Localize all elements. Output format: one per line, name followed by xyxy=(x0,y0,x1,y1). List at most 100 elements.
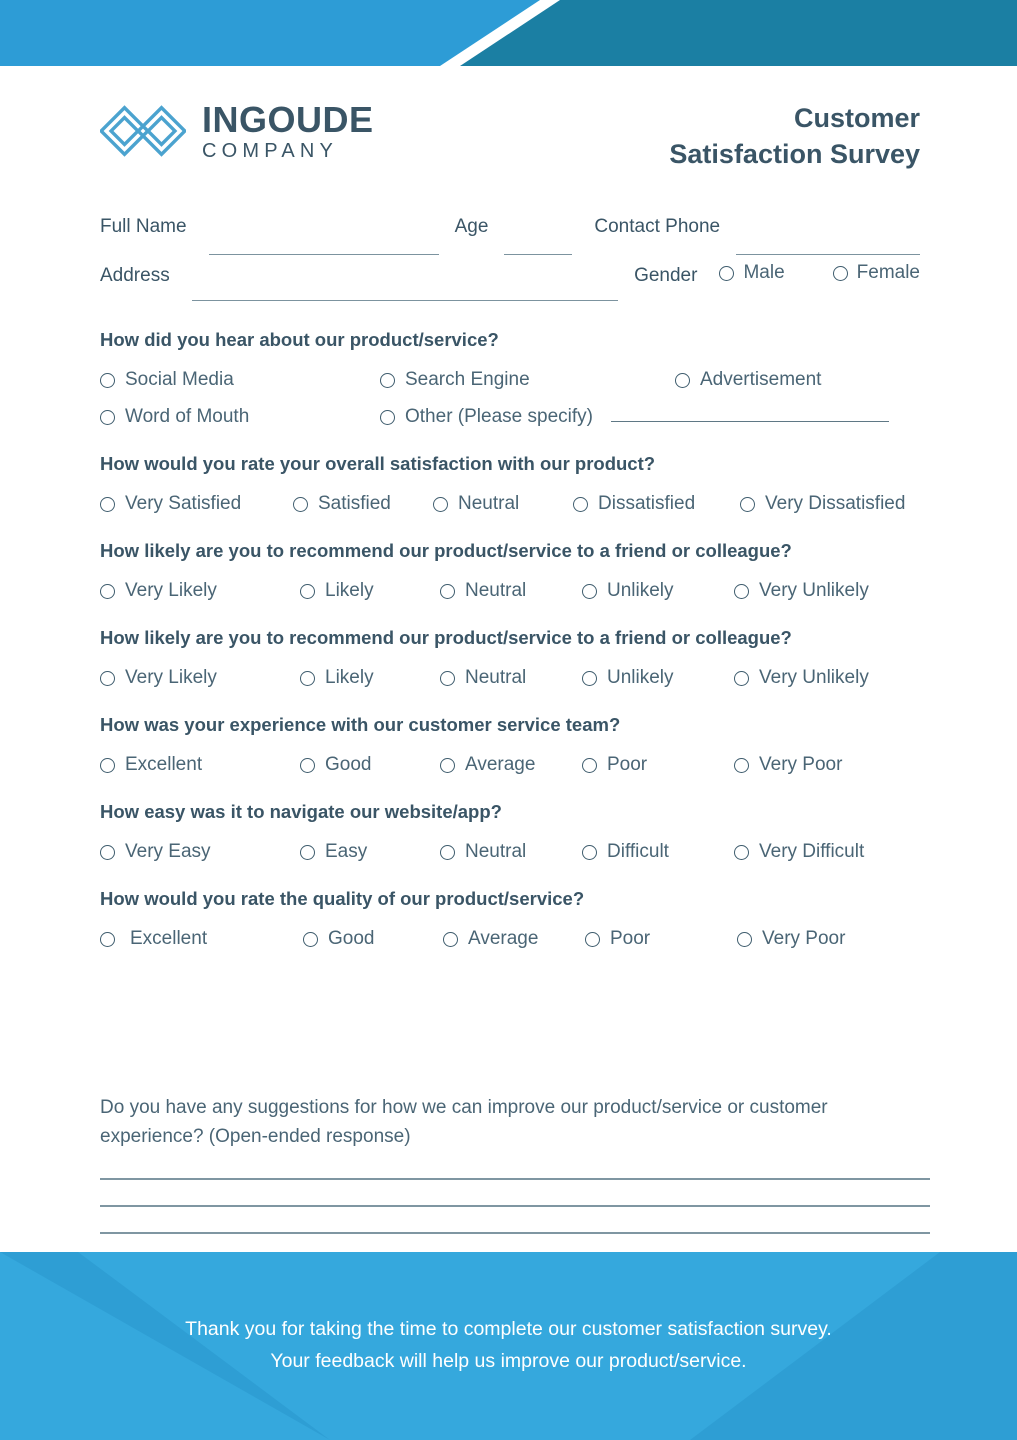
radio-icon[interactable] xyxy=(832,265,848,281)
option-label: Very Difficult xyxy=(759,841,865,863)
option-very-unlikely[interactable]: Very Unlikely xyxy=(734,667,869,689)
option-label: Very Poor xyxy=(759,754,843,776)
radio-icon[interactable] xyxy=(300,583,315,599)
option-good[interactable]: Good xyxy=(303,928,443,950)
open-ended-prompt: Do you have any suggestions for how we c… xyxy=(100,1097,828,1147)
option-other-please-specify[interactable]: Other (Please specify) xyxy=(380,406,593,428)
option-very-poor[interactable]: Very Poor xyxy=(737,928,845,950)
radio-icon[interactable] xyxy=(100,757,115,773)
radio-icon[interactable] xyxy=(433,496,448,512)
radio-icon[interactable] xyxy=(740,496,755,512)
option-word-of-mouth[interactable]: Word of Mouth xyxy=(100,406,380,428)
radio-icon[interactable] xyxy=(300,670,315,686)
option-unlikely[interactable]: Unlikely xyxy=(582,667,734,689)
question-title: How would you rate your overall satisfac… xyxy=(100,453,656,475)
option-very-easy[interactable]: Very Easy xyxy=(100,841,300,863)
option-poor[interactable]: Poor xyxy=(585,928,737,950)
option-very-likely[interactable]: Very Likely xyxy=(100,667,300,689)
option-label: Neutral xyxy=(458,493,520,515)
gender-option-female[interactable]: Female xyxy=(832,262,920,284)
radio-icon[interactable] xyxy=(719,265,735,281)
radio-icon[interactable] xyxy=(582,844,597,860)
other-specify-input[interactable] xyxy=(610,421,889,423)
option-neutral[interactable]: Neutral xyxy=(433,493,573,515)
option-dissatisfied[interactable]: Dissatisfied xyxy=(573,493,740,515)
contact-phone-input[interactable] xyxy=(736,254,920,255)
radio-icon[interactable] xyxy=(734,670,749,686)
radio-icon[interactable] xyxy=(440,583,455,599)
radio-icon[interactable] xyxy=(582,757,597,773)
option-search-engine[interactable]: Search Engine xyxy=(380,369,675,391)
radio-icon[interactable] xyxy=(100,496,115,512)
radio-icon[interactable] xyxy=(582,670,597,686)
radio-icon[interactable] xyxy=(380,372,395,388)
radio-icon[interactable] xyxy=(582,583,597,599)
radio-icon[interactable] xyxy=(440,844,455,860)
open-ended-answer-line-2[interactable] xyxy=(100,1204,930,1207)
option-label: Very Unlikely xyxy=(759,667,869,689)
option-easy[interactable]: Easy xyxy=(300,841,440,863)
option-satisfied[interactable]: Satisfied xyxy=(293,493,433,515)
radio-icon[interactable] xyxy=(300,844,315,860)
radio-icon[interactable] xyxy=(734,844,749,860)
option-likely[interactable]: Likely xyxy=(300,667,440,689)
option-neutral[interactable]: Neutral xyxy=(440,580,582,602)
option-likely[interactable]: Likely xyxy=(300,580,440,602)
radio-icon[interactable] xyxy=(675,372,690,388)
question-block-recommend-1: How likely are you to recommend our prod… xyxy=(100,539,930,602)
full-name-input[interactable] xyxy=(208,254,439,255)
option-very-unlikely[interactable]: Very Unlikely xyxy=(734,580,869,602)
radio-icon[interactable] xyxy=(100,372,115,388)
radio-icon[interactable] xyxy=(443,931,458,947)
age-input[interactable] xyxy=(504,254,573,255)
question-block-how-did-you-hear: How did you hear about our product/servi… xyxy=(100,328,930,428)
radio-icon[interactable] xyxy=(300,757,315,773)
option-unlikely[interactable]: Unlikely xyxy=(582,580,734,602)
respondent-info-row-2: Address Gender Male Female xyxy=(100,262,920,308)
radio-icon[interactable] xyxy=(734,583,749,599)
option-neutral[interactable]: Neutral xyxy=(440,667,582,689)
gender-label: Gender xyxy=(634,264,698,286)
radio-icon[interactable] xyxy=(100,583,115,599)
gender-option-male[interactable]: Male xyxy=(719,262,785,284)
option-difficult[interactable]: Difficult xyxy=(582,841,734,863)
option-average[interactable]: Average xyxy=(440,754,582,776)
option-very-likely[interactable]: Very Likely xyxy=(100,580,300,602)
radio-icon[interactable] xyxy=(734,757,749,773)
option-label: Neutral xyxy=(465,841,527,863)
radio-icon[interactable] xyxy=(303,931,318,947)
open-ended-answer-line-1[interactable] xyxy=(100,1177,930,1180)
option-neutral[interactable]: Neutral xyxy=(440,841,582,863)
option-advertisement[interactable]: Advertisement xyxy=(675,369,821,391)
header-banner-left-shape xyxy=(0,0,540,66)
option-excellent[interactable]: Excellent xyxy=(100,754,300,776)
radio-icon[interactable] xyxy=(440,670,455,686)
option-very-difficult[interactable]: Very Difficult xyxy=(734,841,864,863)
option-label: Poor xyxy=(607,754,648,776)
option-label: Very Dissatisfied xyxy=(765,493,906,515)
address-input[interactable] xyxy=(191,300,619,301)
radio-icon[interactable] xyxy=(100,844,115,860)
radio-icon[interactable] xyxy=(440,757,455,773)
option-very-satisfied[interactable]: Very Satisfied xyxy=(100,493,293,515)
option-good[interactable]: Good xyxy=(300,754,440,776)
radio-icon[interactable] xyxy=(585,931,600,947)
radio-icon[interactable] xyxy=(737,931,752,947)
open-ended-answer-line-3[interactable] xyxy=(100,1231,930,1234)
option-social-media[interactable]: Social Media xyxy=(100,369,380,391)
option-very-dissatisfied[interactable]: Very Dissatisfied xyxy=(740,493,905,515)
radio-icon[interactable] xyxy=(100,670,115,686)
option-very-poor[interactable]: Very Poor xyxy=(734,754,842,776)
option-label: Excellent xyxy=(130,928,208,950)
option-row: Very Likely Likely Neutral Unlikely Very… xyxy=(100,667,930,689)
header-banner xyxy=(0,0,1017,66)
radio-icon[interactable] xyxy=(100,409,115,425)
radio-icon[interactable] xyxy=(380,409,395,425)
option-row: Very Easy Easy Neutral Difficult Very Di… xyxy=(100,841,930,863)
option-poor[interactable]: Poor xyxy=(582,754,734,776)
option-average[interactable]: Average xyxy=(443,928,585,950)
radio-icon[interactable] xyxy=(100,931,115,947)
radio-icon[interactable] xyxy=(293,496,308,512)
radio-icon[interactable] xyxy=(573,496,588,512)
option-excellent[interactable]: Excellent xyxy=(100,928,303,950)
